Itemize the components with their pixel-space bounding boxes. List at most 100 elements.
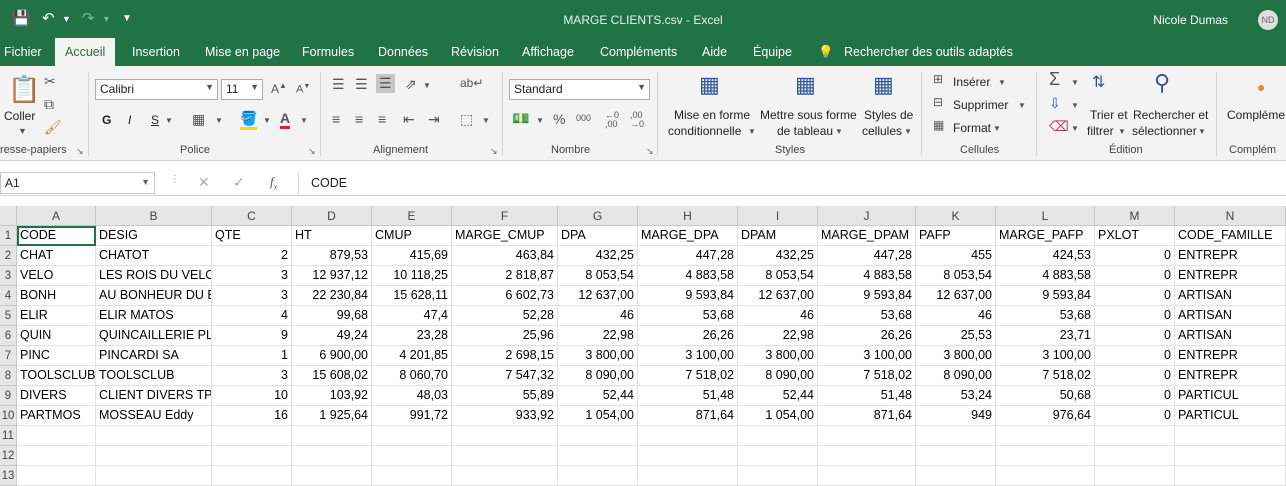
header-cell[interactable]: CODE_FAMILLE bbox=[1175, 226, 1286, 246]
table-cell[interactable]: 12 637,00 bbox=[738, 286, 818, 306]
table-cell[interactable] bbox=[916, 426, 996, 446]
column-header-d[interactable]: D bbox=[292, 206, 372, 226]
table-cell[interactable]: 3 bbox=[212, 286, 292, 306]
cell-styles-label-2[interactable]: cellules bbox=[862, 124, 902, 138]
row-header[interactable]: 1 bbox=[0, 226, 17, 246]
accounting-format-icon[interactable]: 💵 bbox=[512, 110, 529, 127]
table-cell[interactable]: 1 054,00 bbox=[738, 406, 818, 426]
table-cell[interactable]: 15 628,11 bbox=[372, 286, 452, 306]
table-cell[interactable] bbox=[738, 446, 818, 466]
tab-accueil[interactable]: Accueil bbox=[55, 38, 116, 66]
borders-dropdown-icon[interactable]: ▼ bbox=[215, 116, 223, 125]
row-header[interactable]: 13 bbox=[0, 466, 17, 486]
table-cell[interactable] bbox=[17, 426, 96, 446]
table-cell[interactable]: 2 818,87 bbox=[452, 266, 558, 286]
table-cell[interactable]: 976,64 bbox=[996, 406, 1095, 426]
borders-icon[interactable]: ▦ bbox=[192, 111, 205, 128]
table-cell[interactable]: PINC bbox=[17, 346, 96, 366]
find-select-label-1[interactable]: Rechercher et bbox=[1133, 108, 1208, 122]
tab-aide[interactable]: Aide bbox=[702, 45, 727, 59]
table-cell[interactable]: 6 900,00 bbox=[292, 346, 372, 366]
row-header[interactable]: 11 bbox=[0, 426, 17, 446]
row-header[interactable]: 3 bbox=[0, 266, 17, 286]
format-painter-icon[interactable]: 🖌 bbox=[44, 119, 62, 136]
tab-formules[interactable]: Formules bbox=[302, 45, 354, 59]
table-cell[interactable] bbox=[452, 466, 558, 486]
header-cell[interactable]: CMUP bbox=[372, 226, 452, 246]
column-header-e[interactable]: E bbox=[372, 206, 452, 226]
table-cell[interactable] bbox=[916, 446, 996, 466]
table-cell[interactable]: 0 bbox=[1095, 306, 1175, 326]
select-all-corner[interactable] bbox=[0, 206, 17, 226]
table-cell[interactable]: CHAT bbox=[17, 246, 96, 266]
table-cell[interactable]: 47,4 bbox=[372, 306, 452, 326]
column-header-a[interactable]: A bbox=[17, 206, 96, 226]
cell-styles-icon[interactable]: ▦ bbox=[873, 72, 894, 98]
font-size-select[interactable]: 11 ▼ bbox=[221, 79, 263, 100]
table-cell[interactable] bbox=[452, 426, 558, 446]
table-cell[interactable]: 23,28 bbox=[372, 326, 452, 346]
table-cell[interactable]: 48,03 bbox=[372, 386, 452, 406]
addins-icon[interactable]: ● bbox=[1257, 79, 1265, 95]
table-cell[interactable]: 3 800,00 bbox=[558, 346, 638, 366]
table-cell[interactable] bbox=[818, 446, 916, 466]
conditional-formatting-icon[interactable]: ▦ bbox=[699, 72, 720, 98]
table-cell[interactable]: MOSSEAU Eddy bbox=[96, 406, 212, 426]
table-cell[interactable]: 99,68 bbox=[292, 306, 372, 326]
table-cell[interactable]: 432,25 bbox=[558, 246, 638, 266]
table-cell[interactable]: LES ROIS DU VELO bbox=[96, 266, 212, 286]
table-cell[interactable]: 871,64 bbox=[638, 406, 738, 426]
table-cell[interactable]: 25,96 bbox=[452, 326, 558, 346]
fill-color-dropdown-icon[interactable]: ▼ bbox=[263, 116, 271, 125]
table-cell[interactable]: 424,53 bbox=[996, 246, 1095, 266]
table-cell[interactable]: 0 bbox=[1095, 246, 1175, 266]
header-cell[interactable]: DPA bbox=[558, 226, 638, 246]
paste-dropdown-icon[interactable]: ▼ bbox=[18, 126, 27, 136]
cut-icon[interactable]: ✂ bbox=[44, 73, 56, 90]
row-header[interactable]: 4 bbox=[0, 286, 17, 306]
find-select-label-2[interactable]: sélectionner bbox=[1132, 124, 1197, 138]
table-cell[interactable]: 52,44 bbox=[738, 386, 818, 406]
row-header[interactable]: 2 bbox=[0, 246, 17, 266]
header-cell[interactable]: QTE bbox=[212, 226, 292, 246]
table-cell[interactable]: 22,98 bbox=[558, 326, 638, 346]
header-cell[interactable]: PXLOT bbox=[1095, 226, 1175, 246]
table-cell[interactable]: 0 bbox=[1095, 366, 1175, 386]
table-cell[interactable]: 23,71 bbox=[996, 326, 1095, 346]
table-cell[interactable]: 3 800,00 bbox=[916, 346, 996, 366]
table-cell[interactable]: 22,98 bbox=[738, 326, 818, 346]
tab-mise-en-page[interactable]: Mise en page bbox=[205, 45, 280, 59]
table-cell[interactable] bbox=[638, 466, 738, 486]
chevron-down-icon[interactable]: ▼ bbox=[1018, 101, 1026, 110]
table-cell[interactable]: 53,68 bbox=[638, 306, 738, 326]
table-cell[interactable]: 9 bbox=[212, 326, 292, 346]
table-cell[interactable]: 0 bbox=[1095, 406, 1175, 426]
table-cell[interactable] bbox=[292, 446, 372, 466]
wrap-text-icon[interactable]: ab↵ bbox=[460, 76, 483, 90]
table-cell[interactable] bbox=[372, 426, 452, 446]
table-cell[interactable] bbox=[996, 466, 1095, 486]
table-cell[interactable]: PINCARDI SA bbox=[96, 346, 212, 366]
table-cell[interactable] bbox=[96, 446, 212, 466]
table-cell[interactable]: 9 593,84 bbox=[996, 286, 1095, 306]
chevron-down-icon[interactable]: ▼ bbox=[993, 124, 1001, 133]
table-cell[interactable] bbox=[1095, 446, 1175, 466]
table-cell[interactable]: 7 518,02 bbox=[996, 366, 1095, 386]
table-cell[interactable]: 432,25 bbox=[738, 246, 818, 266]
table-cell[interactable] bbox=[1175, 446, 1286, 466]
table-cell[interactable]: 4 883,58 bbox=[818, 266, 916, 286]
table-cell[interactable]: 46 bbox=[916, 306, 996, 326]
decrease-font-icon[interactable]: A▼ bbox=[296, 83, 310, 96]
table-cell[interactable] bbox=[558, 466, 638, 486]
merge-dropdown-icon[interactable]: ▼ bbox=[482, 116, 490, 125]
header-cell[interactable]: DESIG bbox=[96, 226, 212, 246]
table-cell[interactable]: 52,28 bbox=[452, 306, 558, 326]
tell-me-search[interactable]: Rechercher des outils adaptés bbox=[844, 45, 1013, 59]
table-cell[interactable]: 0 bbox=[1095, 346, 1175, 366]
sort-filter-icon[interactable]: ⇅ bbox=[1092, 72, 1105, 92]
table-cell[interactable] bbox=[818, 426, 916, 446]
table-cell[interactable]: ARTISAN bbox=[1175, 306, 1286, 326]
table-cell[interactable]: BONH bbox=[17, 286, 96, 306]
table-cell[interactable]: ELIR MATOS bbox=[96, 306, 212, 326]
addins-button[interactable]: Compléme bbox=[1227, 108, 1285, 122]
